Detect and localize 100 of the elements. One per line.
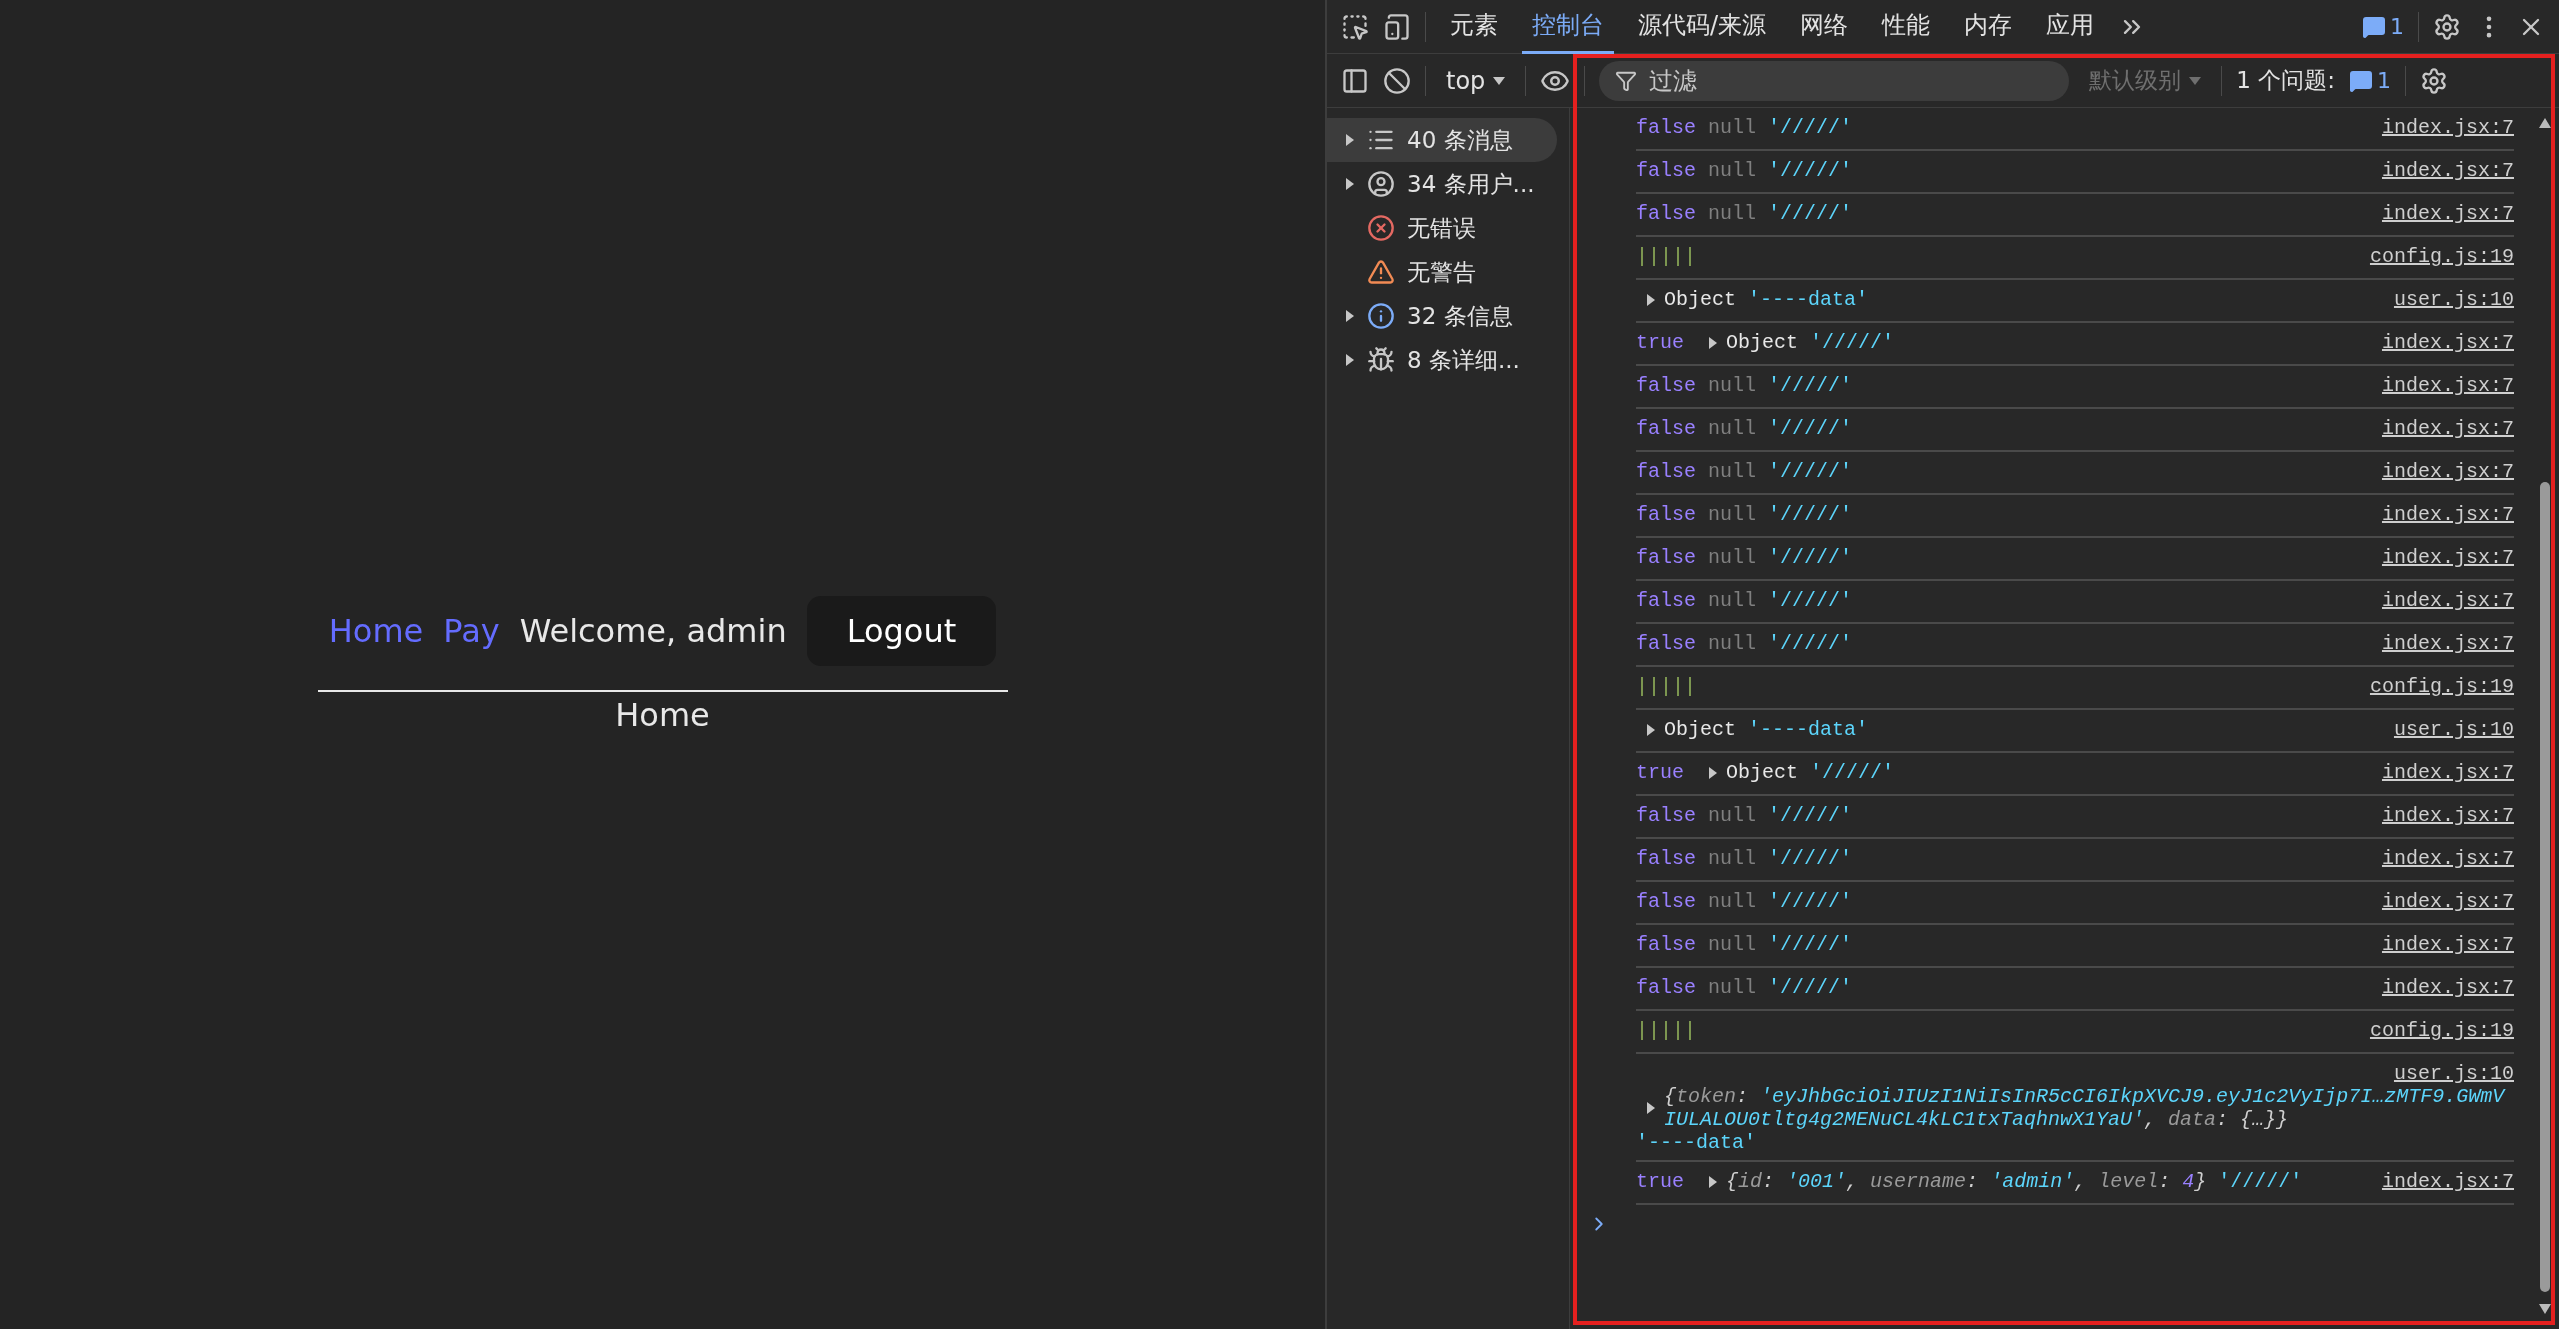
null-value: null [1708, 890, 1757, 913]
sidebar-item[interactable]: 无错误 [1327, 206, 1557, 250]
issues-badge[interactable]: 1 [2362, 14, 2404, 39]
boolean-value: false [1636, 116, 1696, 139]
source-link[interactable]: index.jsx:7 [2381, 503, 2514, 526]
boolean-value: false [1636, 847, 1696, 870]
string-value: '/////' [1768, 159, 1853, 182]
source-link[interactable]: index.jsx:7 [2381, 374, 2514, 397]
clear-console-icon[interactable] [1383, 66, 1411, 95]
string-value: '/////' [1768, 546, 1853, 569]
boolean-value: false [1636, 374, 1696, 397]
sidebar-item[interactable]: 32 条信息 [1327, 294, 1557, 338]
source-link[interactable]: index.jsx:7 [2381, 546, 2514, 569]
boolean-value: false [1636, 804, 1696, 827]
sidebar-item[interactable]: 无警告 [1327, 250, 1557, 294]
expand-arrow-icon[interactable] [1345, 133, 1355, 147]
source-link[interactable]: user.js:10 [2393, 718, 2514, 741]
object-preview: {id: '001', username: 'admin', level: 4} [1726, 1170, 2207, 1193]
string-value: '/////' [1768, 890, 1853, 913]
expand-arrow-icon[interactable] [1708, 335, 1718, 350]
null-value: null [1708, 847, 1757, 870]
context-select[interactable]: top [1440, 65, 1512, 96]
nav-link[interactable]: Pay [443, 611, 500, 650]
log-level-select: 默认级别 [2083, 64, 2208, 97]
source-link[interactable]: user.js:10 [2393, 1062, 2514, 1085]
source-link[interactable]: config.js:19 [2369, 245, 2514, 268]
null-value: null [1708, 202, 1757, 225]
string-value: '/////' [1768, 804, 1853, 827]
error-icon [1367, 214, 1395, 242]
settings-icon[interactable] [2433, 12, 2461, 41]
string-value: '/////' [1768, 976, 1853, 999]
boolean-value: true [1636, 1170, 1684, 1193]
source-link[interactable]: index.jsx:7 [2381, 761, 2514, 784]
source-link[interactable]: index.jsx:7 [2381, 589, 2514, 612]
boolean-value: false [1636, 890, 1696, 913]
sidebar-item[interactable]: 34 条用户... [1327, 162, 1557, 206]
sidebar-toggle-icon[interactable] [1341, 66, 1369, 95]
filter-bar[interactable]: 过滤 [1599, 60, 2070, 101]
expand-arrow-icon[interactable] [1345, 353, 1355, 367]
panel-tab[interactable]: 元素 [1440, 0, 1508, 54]
source-link[interactable]: index.jsx:7 [2381, 933, 2514, 956]
filter-icon[interactable] [1615, 69, 1638, 92]
boolean-value: false [1636, 976, 1696, 999]
warning-icon [1367, 258, 1395, 286]
expand-arrow-icon[interactable] [1708, 765, 1718, 780]
inspect-icon[interactable] [1341, 12, 1369, 41]
source-link[interactable]: index.jsx:7 [2381, 159, 2514, 182]
expand-arrow-icon[interactable] [1646, 1101, 1656, 1115]
source-link[interactable]: index.jsx:7 [2381, 976, 2514, 999]
expand-arrow-icon[interactable] [1345, 177, 1355, 191]
source-link[interactable]: config.js:19 [2369, 675, 2514, 698]
expand-arrow-icon[interactable] [1646, 722, 1656, 737]
bar-string: ||||| [1636, 675, 1696, 698]
sidebar-item[interactable]: 40 条消息 [1327, 118, 1557, 162]
object-label[interactable]: Object [1726, 331, 1799, 354]
object-label[interactable]: Object [1664, 288, 1736, 311]
panel-tab[interactable]: 性能 [1872, 0, 1941, 54]
device-icon[interactable] [1383, 12, 1411, 41]
boolean-value: false [1636, 202, 1696, 225]
logout-button[interactable]: Logout [806, 595, 997, 666]
source-link[interactable]: index.jsx:7 [2381, 890, 2514, 913]
nav-link[interactable]: Home [328, 611, 424, 650]
source-link[interactable]: index.jsx:7 [2381, 116, 2514, 139]
issues-badge[interactable]: 1 [2349, 68, 2392, 93]
panel-tab[interactable]: 控制台 [1522, 0, 1614, 54]
source-link[interactable]: config.js:19 [2369, 1019, 2514, 1042]
string-value: '/////' [1768, 116, 1853, 139]
info-icon [1367, 302, 1395, 330]
source-link[interactable]: index.jsx:7 [2381, 417, 2514, 440]
panel-tab[interactable]: 网络 [1790, 0, 1859, 54]
source-link[interactable]: index.jsx:7 [2381, 804, 2514, 827]
string-value: '/////' [1768, 202, 1853, 225]
filter-field[interactable]: 过滤 [1647, 65, 2028, 96]
expand-arrow-icon[interactable] [1345, 309, 1355, 323]
settings-icon[interactable] [2420, 66, 2449, 95]
panel-tab[interactable]: 内存 [1954, 0, 2023, 54]
welcome-text: Welcome, admin [519, 611, 787, 650]
expand-arrow-icon[interactable] [1646, 292, 1656, 307]
null-value: null [1708, 976, 1757, 999]
sidebar-item[interactable]: 8 条详细... [1327, 338, 1557, 382]
source-link[interactable]: index.jsx:7 [2381, 1170, 2514, 1193]
source-link[interactable]: index.jsx:7 [2381, 632, 2514, 655]
null-value: null [1708, 159, 1757, 182]
bar-string: ||||| [1636, 1019, 1696, 1042]
verbose-icon [1367, 346, 1395, 374]
boolean-value: false [1636, 417, 1696, 440]
object-label[interactable]: Object [1664, 718, 1736, 741]
string-value: '/////' [1768, 374, 1853, 397]
source-link[interactable]: user.js:10 [2393, 288, 2514, 311]
object-label[interactable]: Object [1726, 761, 1799, 784]
source-link[interactable]: index.jsx:7 [2381, 847, 2514, 870]
source-link[interactable]: index.jsx:7 [2381, 331, 2514, 354]
dropdown-caret-icon [1493, 76, 1506, 85]
source-link[interactable]: index.jsx:7 [2381, 202, 2514, 225]
string-value: '/////' [1768, 589, 1853, 612]
source-link[interactable]: index.jsx:7 [2381, 460, 2514, 483]
panel-tab[interactable]: 源代码/来源 [1628, 0, 1777, 54]
string-value: '/////' [1768, 503, 1853, 526]
panel-tab[interactable]: 应用 [2036, 0, 2105, 54]
expand-arrow-icon[interactable] [1708, 1174, 1718, 1189]
